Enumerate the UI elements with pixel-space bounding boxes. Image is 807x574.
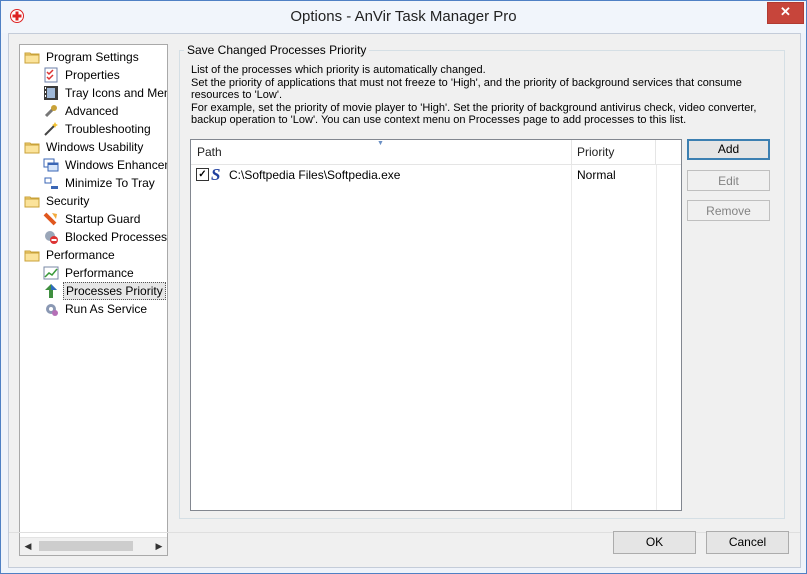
minimize-icon [43,175,59,191]
guard-icon [43,211,59,227]
close-icon: ✕ [780,4,791,19]
tree-item-label: Processes Priority [63,282,166,300]
folder-icon [24,247,40,263]
gear-icon [43,301,59,317]
column-divider [656,165,657,510]
cancel-button[interactable]: Cancel [706,531,789,554]
checklist-icon [43,67,59,83]
horizontal-scrollbar[interactable]: ◀ ▶ [20,537,167,555]
tree-item-label: Blocked Processes [65,230,168,244]
ok-button[interactable]: OK [613,531,696,554]
settings-tree[interactable]: Program Settings Properties Tray Icons and… [19,44,168,556]
tree-item-label: Tray Icons and Menu [65,86,168,100]
film-icon [43,85,59,101]
title-bar[interactable]: Options - AnVir Task Manager Pro ✕ [1,1,806,33]
column-divider [571,165,572,510]
window-title: Options - AnVir Task Manager Pro [290,8,517,25]
row-checkbox[interactable]: ✓ [196,168,209,181]
priority-column-header[interactable]: Priority [571,140,656,164]
process-list[interactable]: Path ▼ Priority ✓ S C:\Softpedia Files\S… [190,139,682,511]
group-description: List of the processes which priority is … [191,64,789,127]
dialog-body: Program Settings Properties Tray Icons and… [8,33,801,568]
softpedia-icon: S [211,165,221,184]
list-header: Path ▼ Priority [191,140,681,165]
windows-icon [43,157,59,173]
tools-icon [43,103,59,119]
close-button[interactable]: ✕ [767,2,804,24]
scroll-right-icon[interactable]: ▶ [154,541,164,552]
tree-item-label: Performance [65,266,134,280]
options-window: Options - AnVir Task Manager Pro ✕ Progr… [0,0,807,574]
description-line-3: For example, set the priority of movie p… [191,101,757,127]
row-path: C:\Softpedia Files\Softpedia.exe [229,168,401,182]
tree-item-label: Properties [65,68,120,82]
add-button[interactable]: Add [687,139,770,160]
description-line-2: Set the priority of applications that mu… [191,76,742,102]
tree-item-label: Windows Usability [46,140,144,154]
remove-button[interactable]: Remove [687,200,770,221]
row-priority: Normal [577,168,616,182]
folder-icon [24,139,40,155]
tree-item-label: Startup Guard [65,212,141,226]
edit-button[interactable]: Edit [687,170,770,191]
folder-icon [24,49,40,65]
tree-item-label: Advanced [65,104,119,118]
description-line-1: List of the processes which priority is … [191,64,486,76]
group-title: Save Changed Processes Priority [184,43,370,57]
wand-icon [43,121,59,137]
tree-item-label: Minimize To Tray [65,176,155,190]
folder-icon [24,193,40,209]
tree-item-label: Windows Enhancements [65,158,167,172]
blocked-icon [43,229,59,245]
tree-item-label: Troubleshooting [65,122,151,136]
sort-arrow-icon: ▼ [377,140,384,147]
scroll-thumb[interactable] [39,541,133,551]
priority-icon [43,283,59,299]
tree-item-label: Program Settings [46,50,139,64]
tree-item-label: Performance [46,248,115,262]
chart-icon [43,265,59,281]
tree-item-label: Security [46,194,90,208]
table-row[interactable]: ✓ S C:\Softpedia Files\Softpedia.exe Nor… [191,166,681,184]
scroll-left-icon[interactable]: ◀ [23,541,33,552]
tree-item-label: Run As Service [65,302,148,316]
